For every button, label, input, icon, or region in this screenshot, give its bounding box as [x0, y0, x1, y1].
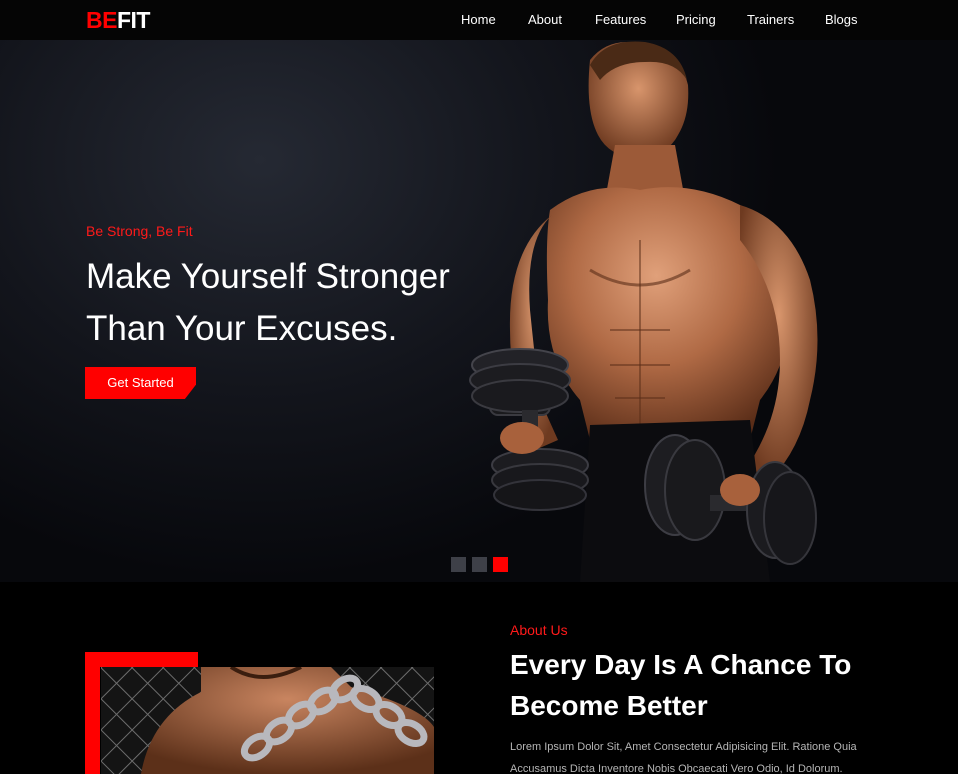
- nav-item-pricing[interactable]: Pricing: [676, 12, 716, 27]
- nav-item-features[interactable]: Features: [595, 12, 646, 27]
- hero-headline: Make Yourself Stronger Than Your Excuses…: [86, 251, 526, 355]
- slider-dot-1[interactable]: [451, 557, 466, 572]
- nav-menu: Home About Features Pricing Trainers Blo…: [0, 12, 958, 30]
- get-started-button[interactable]: Get Started: [85, 367, 196, 399]
- about-description: Lorem Ipsum Dolor Sit, Amet Consectetur …: [510, 741, 857, 774]
- about-title: Every Day Is A Chance To Become Better: [510, 644, 910, 726]
- nav-item-trainers[interactable]: Trainers: [747, 12, 794, 27]
- about-title-line-2: Become Better: [510, 690, 708, 721]
- nav-item-home[interactable]: Home: [461, 12, 496, 27]
- frame-accent-top: [85, 652, 198, 667]
- navbar: BEFIT Home About Features Pricing Traine…: [0, 0, 958, 40]
- hero-slider: Be Strong, Be Fit Make Yourself Stronger…: [0, 40, 958, 582]
- hero-headline-line-1: Make Yourself Stronger: [86, 257, 450, 296]
- about-title-line-1: Every Day Is A Chance To: [510, 649, 852, 680]
- hero-tagline: Be Strong, Be Fit: [86, 223, 193, 239]
- slider-dot-3[interactable]: [493, 557, 508, 572]
- about-section: About Us Every Day Is A Chance To Become…: [0, 582, 958, 774]
- nav-item-blogs[interactable]: Blogs: [825, 12, 858, 27]
- nav-item-about[interactable]: About: [528, 12, 562, 27]
- hero-headline-line-2: Than Your Excuses.: [86, 309, 398, 348]
- slider-dot-2[interactable]: [472, 557, 487, 572]
- frame-accent-left: [85, 652, 100, 774]
- about-label: About Us: [510, 622, 568, 638]
- about-athlete-image: [101, 667, 434, 774]
